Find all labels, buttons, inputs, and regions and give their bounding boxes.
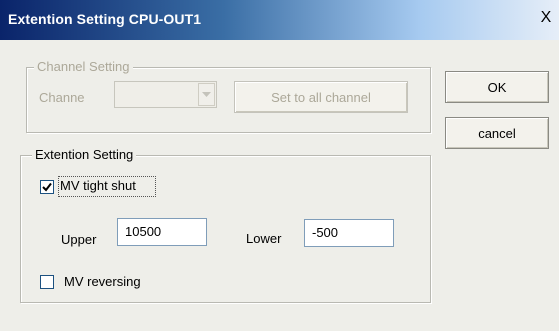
title-bar: Extention Setting CPU-OUT1 X: [0, 0, 559, 40]
channel-setting-legend: Channel Setting: [34, 59, 133, 75]
checkmark-icon: [42, 182, 52, 192]
mv-tight-shut-label[interactable]: MV tight shut: [60, 178, 136, 193]
extention-setting-legend: Extention Setting: [32, 147, 137, 163]
upper-label: Upper: [61, 232, 97, 247]
ok-button[interactable]: OK: [445, 71, 549, 103]
lower-label-clip: Lower: [245, 227, 299, 251]
channel-label: Channe: [39, 90, 85, 105]
close-button[interactable]: X: [537, 9, 555, 27]
upper-value-input[interactable]: 10500: [117, 218, 207, 246]
chevron-down-icon: [202, 92, 211, 97]
combobox-dropdown-button[interactable]: [198, 83, 215, 106]
window-title: Extention Setting CPU-OUT1: [8, 11, 202, 27]
cancel-button[interactable]: cancel: [445, 117, 549, 149]
set-to-all-channel-button[interactable]: Set to all channel: [234, 81, 408, 113]
lower-label: Lower: [246, 231, 282, 246]
extention-setting-dialog: Extention Setting CPU-OUT1 X Channel Set…: [0, 0, 559, 331]
close-icon: X: [540, 9, 552, 26]
mv-reversing-label[interactable]: MV reversing: [64, 274, 141, 289]
lower-value-input[interactable]: -500: [304, 219, 394, 247]
mv-reversing-checkbox[interactable]: [40, 275, 54, 289]
mv-tight-shut-checkbox[interactable]: [40, 180, 54, 194]
channel-combobox[interactable]: [114, 81, 217, 108]
